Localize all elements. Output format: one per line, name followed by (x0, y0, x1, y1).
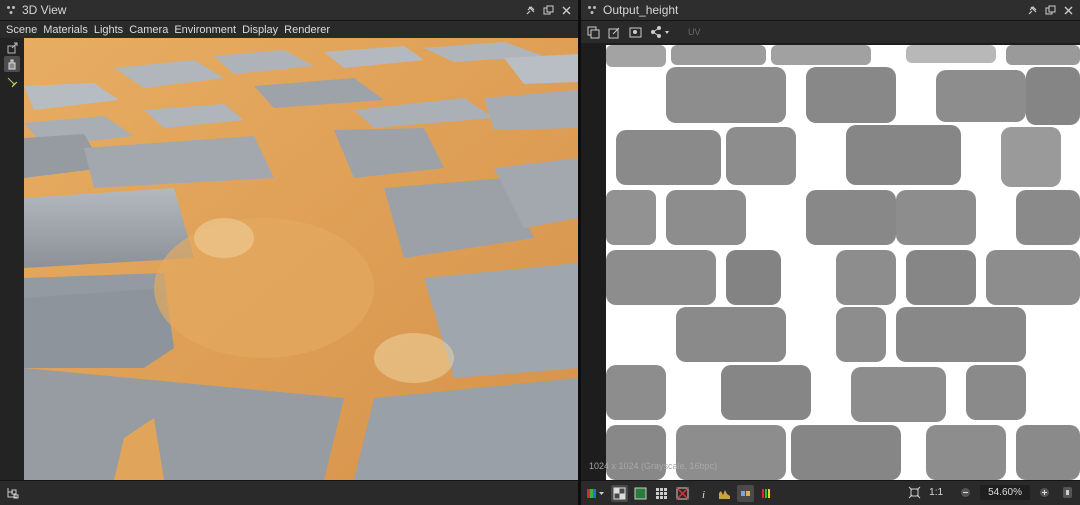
zoom-in-icon[interactable] (1036, 484, 1053, 501)
export-icon[interactable] (4, 40, 20, 56)
alpha-icon[interactable] (632, 485, 649, 502)
grid-icon[interactable] (653, 485, 670, 502)
float-icon[interactable] (541, 3, 556, 18)
scene-tree-icon[interactable] (6, 486, 19, 502)
2d-viewport[interactable]: 1024 x 1024 (Grayscale, 16bpc) (581, 43, 1080, 480)
2d-view-statusbar: i 1:1 54.60% (581, 480, 1080, 505)
3d-view-titlebar: 3D View (0, 0, 578, 21)
info-icon[interactable]: i (695, 485, 712, 502)
3d-view-grip-icon (6, 5, 16, 15)
edit-icon[interactable] (606, 24, 623, 41)
2d-view-titlebar: Output_height (581, 0, 1080, 21)
histogram-icon[interactable] (716, 485, 733, 502)
3d-view-panel: 3D View Scene Materials Lights Camera En… (0, 0, 578, 505)
image-info: 1024 x 1024 (Grayscale, 16bpc) (589, 461, 718, 471)
channel-rgb-icon[interactable] (585, 485, 607, 502)
2d-view-toolbar: UV (581, 21, 1080, 43)
pin-icon[interactable] (1025, 3, 1040, 18)
color-swatch-icon[interactable] (737, 484, 754, 502)
zoom-one-to-one[interactable]: 1:1 (929, 487, 943, 498)
zoom-controls: 1:1 54.60% (906, 484, 1076, 501)
light-icon[interactable] (4, 74, 20, 90)
uv-dropdown[interactable]: UV (688, 27, 701, 37)
menu-scene[interactable]: Scene (6, 24, 37, 36)
camera-icon[interactable] (4, 56, 20, 72)
menu-lights[interactable]: Lights (94, 24, 123, 36)
height-map-image (606, 45, 1080, 480)
menu-materials[interactable]: Materials (43, 24, 88, 36)
fit-icon[interactable] (906, 484, 923, 501)
float-icon[interactable] (1043, 3, 1058, 18)
close-icon[interactable] (559, 3, 574, 18)
3d-view-menubar: Scene Materials Lights Camera Environmen… (0, 21, 578, 38)
zoom-value[interactable]: 54.60% (980, 485, 1030, 500)
menu-environment[interactable]: Environment (174, 24, 236, 36)
image-icon[interactable] (627, 24, 644, 41)
2d-view-title: Output_height (603, 3, 679, 17)
copy-icon[interactable] (585, 24, 602, 41)
3d-viewport[interactable] (24, 38, 578, 480)
tile-off-icon[interactable] (674, 485, 691, 502)
close-icon[interactable] (1061, 3, 1076, 18)
3d-view-statusbar (0, 480, 578, 505)
zoom-out-icon[interactable] (957, 484, 974, 501)
3d-view-toolstrip (0, 38, 24, 480)
2d-view-panel: Output_height UV 1024 x 1024 (Grayscale,… (581, 0, 1080, 505)
settings-icon[interactable] (1059, 484, 1076, 501)
2d-view-grip-icon (587, 5, 597, 15)
share-icon[interactable] (648, 24, 674, 41)
pin-icon[interactable] (523, 3, 538, 18)
checker-icon[interactable] (611, 484, 628, 502)
svg-text:i: i (702, 489, 705, 500)
bars-icon[interactable] (758, 485, 775, 502)
menu-display[interactable]: Display (242, 24, 278, 36)
menu-renderer[interactable]: Renderer (284, 24, 330, 36)
3d-render (24, 38, 578, 480)
3d-view-title: 3D View (22, 3, 67, 17)
menu-camera[interactable]: Camera (129, 24, 168, 36)
